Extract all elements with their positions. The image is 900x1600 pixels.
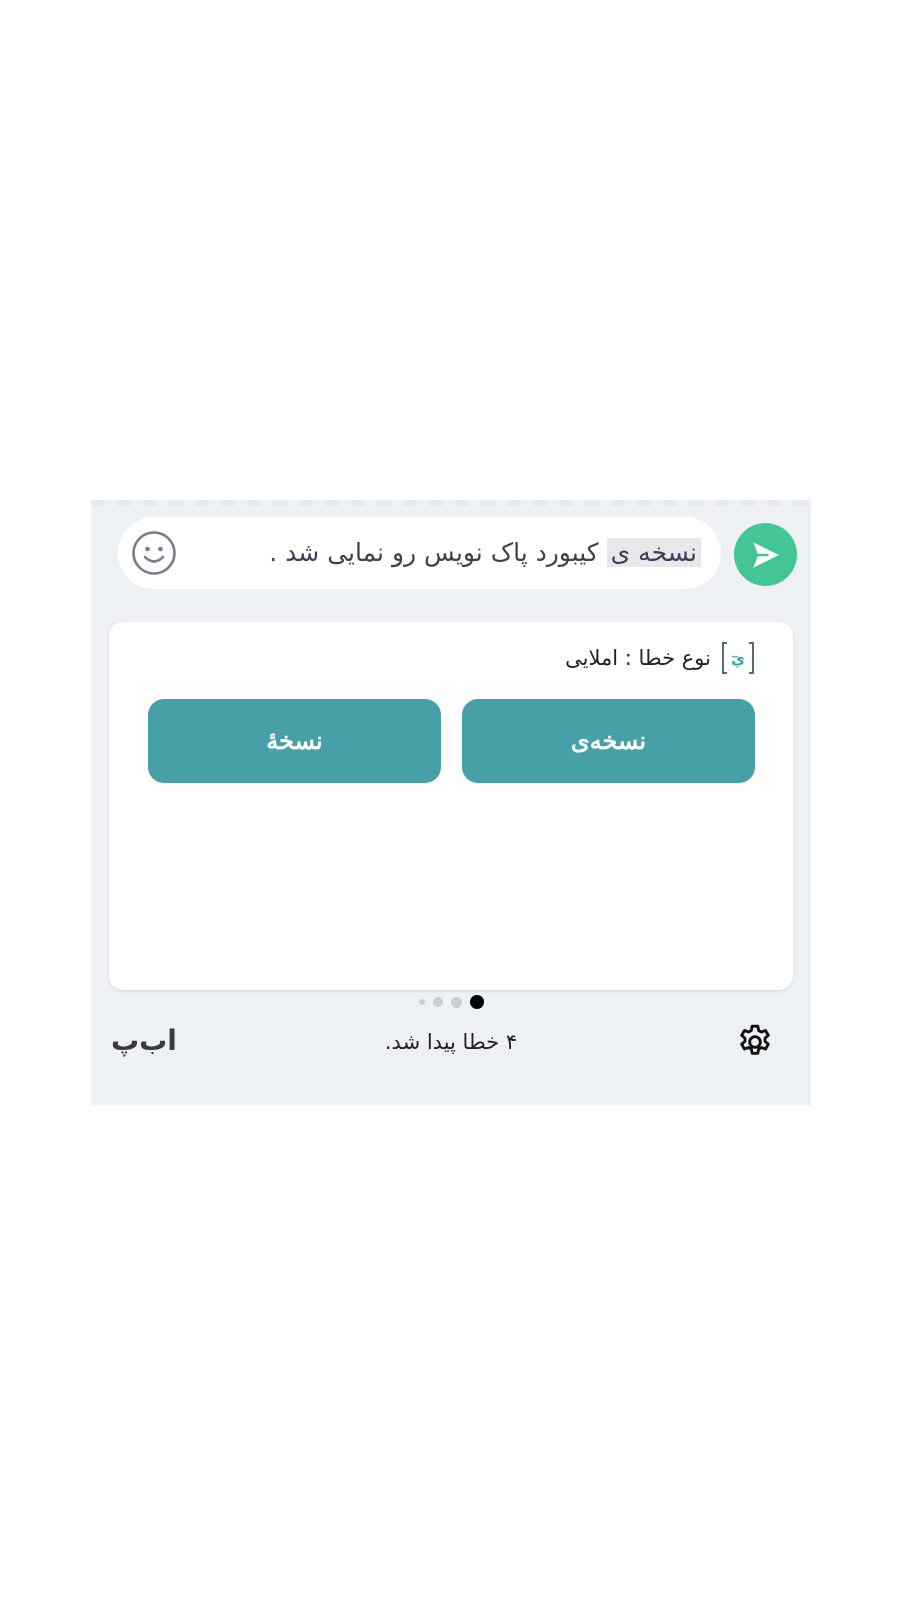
highlighted-error-word[interactable]: نسخه ی — [606, 538, 701, 567]
brand-logo-text: اب‌پ — [111, 1024, 177, 1057]
message-text[interactable]: نسخه ی کیبورد پاک نویس رو نمایی شد . — [269, 531, 701, 575]
error-type-label: نوع خطا : املایی — [565, 646, 711, 670]
suggestion-card: يٓ نوع خطا : املایی نسخه‌ی نسخهٔ — [109, 622, 793, 990]
suggestion-button-1[interactable]: نسخه‌ی — [462, 699, 755, 783]
page-dot-1-active[interactable] — [469, 995, 484, 1009]
message-input[interactable]: نسخه ی کیبورد پاک نویس رو نمایی شد . — [118, 517, 721, 589]
emoji-button[interactable] — [130, 529, 178, 577]
page-dot-2[interactable] — [450, 996, 462, 1008]
keyboard-panel: نسخه ی کیبورد پاک نویس رو نمایی شد . يٓ … — [91, 500, 811, 1105]
spelling-icon: يٓ — [719, 639, 757, 677]
smiley-face-icon — [132, 531, 176, 575]
page-dot-3[interactable] — [432, 997, 443, 1007]
svg-text:يٓ: يٓ — [731, 650, 745, 669]
panel-top-edge — [91, 500, 811, 506]
page-dot-4[interactable] — [418, 999, 425, 1005]
pagination-dots — [91, 991, 811, 1013]
gear-icon — [740, 1024, 770, 1055]
suggestion-button-2[interactable]: نسخهٔ — [148, 699, 441, 783]
error-count-status: ۴ خطا پیدا شد. — [384, 1030, 518, 1054]
settings-button[interactable] — [734, 1021, 776, 1063]
error-type-row: يٓ نوع خطا : املایی — [565, 638, 757, 678]
message-rest-text: کیبورد پاک نویس رو نمایی شد . — [269, 538, 607, 567]
send-button[interactable] — [734, 523, 797, 586]
send-arrow-icon — [752, 541, 779, 568]
